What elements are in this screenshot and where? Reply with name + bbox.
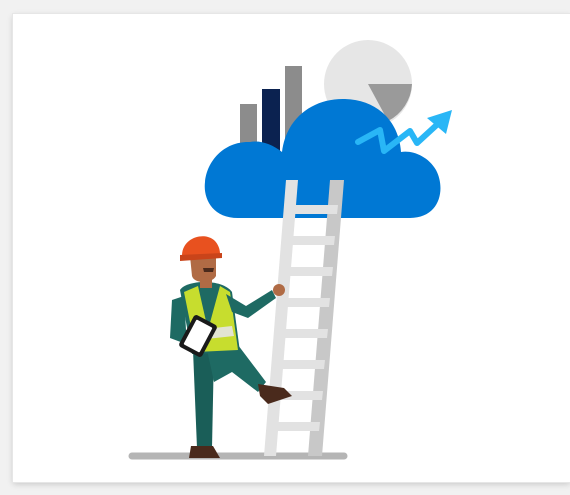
cloud-analytics-illustration: [128, 40, 452, 460]
ladder-icon: [264, 180, 344, 456]
page: [0, 0, 570, 495]
hard-hat-icon: [180, 236, 222, 261]
